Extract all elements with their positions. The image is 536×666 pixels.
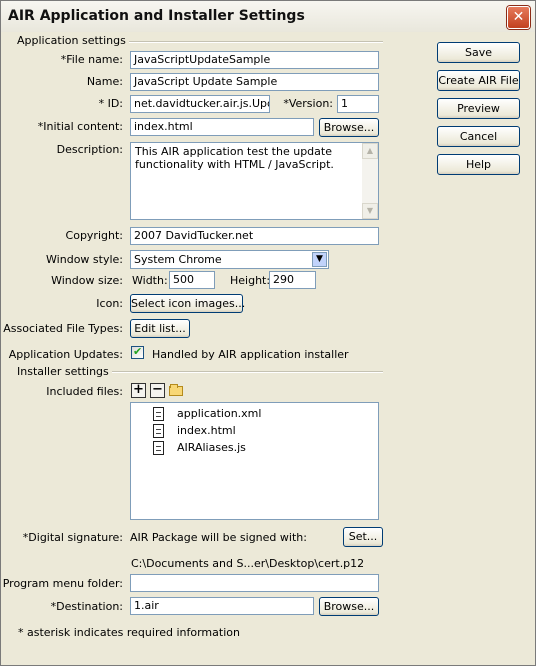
edit-list-button[interactable]: Edit list... <box>130 319 190 338</box>
copyright-label: Copyright: <box>65 229 123 242</box>
preview-button[interactable]: Preview <box>437 98 520 119</box>
set-signature-button[interactable]: Set... <box>343 527 383 547</box>
version-input[interactable]: 1 <box>337 95 379 113</box>
version-label: *Version: <box>283 97 333 110</box>
chevron-down-icon[interactable]: ▼ <box>312 252 327 267</box>
minus-icon: − <box>152 382 163 397</box>
description-scrollbar[interactable]: ▲ ▼ <box>362 143 378 219</box>
name-label: Name: <box>86 75 123 88</box>
checkmark-icon: ✔ <box>133 345 143 358</box>
installer-settings-divider <box>101 371 383 373</box>
application-updates-label: Application Updates: <box>8 348 123 361</box>
title-bar[interactable]: AIR Application and Installer Settings ✕ <box>1 1 535 32</box>
window-style-value: System Chrome <box>134 253 222 266</box>
included-files-list[interactable]: application.xml index.html AIRAliases.js <box>130 402 379 520</box>
destination-input[interactable]: 1.air <box>130 597 314 615</box>
copyright-input[interactable]: 2007 DavidTucker.net <box>130 227 379 245</box>
icon-label: Icon: <box>96 297 123 310</box>
window-size-label: Window size: <box>51 274 123 287</box>
window-style-select[interactable]: System Chrome ▼ <box>130 250 329 269</box>
associated-file-types-label: Associated File Types: <box>3 322 123 335</box>
add-file-button[interactable]: + <box>131 383 146 398</box>
close-button[interactable]: ✕ <box>507 6 530 29</box>
remove-file-button[interactable]: − <box>150 383 165 398</box>
scroll-down-icon[interactable]: ▼ <box>362 203 378 219</box>
settings-dialog: AIR Application and Installer Settings ✕… <box>0 0 536 666</box>
file-icon <box>153 424 164 438</box>
id-input[interactable]: net.davidtucker.air.js.Update <box>130 95 270 113</box>
destination-browse-button[interactable]: Browse... <box>319 597 379 616</box>
height-label: Height: <box>230 274 271 287</box>
file-name: index.html <box>177 424 236 437</box>
certificate-path: C:\Documents and S...er\Desktop\cert.p12 <box>131 557 365 570</box>
file-name: AIRAliases.js <box>177 441 246 454</box>
initial-content-browse-button[interactable]: Browse... <box>319 118 379 137</box>
updates-checkbox-label[interactable]: Handled by AIR application installer <box>152 348 349 361</box>
updates-checkbox[interactable]: ✔ <box>131 345 144 359</box>
file-name: application.xml <box>177 407 262 420</box>
file-name-input[interactable]: JavaScriptUpdateSample <box>130 51 379 69</box>
app-settings-divider <box>113 41 383 43</box>
description-text: This AIR application test the update fun… <box>135 145 334 171</box>
program-menu-folder-input[interactable] <box>130 574 379 592</box>
initial-content-label: *Initial content: <box>37 120 123 133</box>
save-button[interactable]: Save <box>437 42 520 63</box>
window-style-label: Window style: <box>46 253 123 266</box>
select-icon-images-button[interactable]: Select icon images... <box>130 294 245 313</box>
digital-signature-label: *Digital signature: <box>22 531 123 544</box>
name-input[interactable]: JavaScript Update Sample <box>130 73 379 91</box>
included-files-label: Included files: <box>46 385 123 398</box>
width-label: Width: <box>132 274 168 287</box>
height-input[interactable]: 290 <box>269 271 316 289</box>
description-label: Description: <box>56 143 123 156</box>
installer-settings-title: Installer settings <box>17 365 112 378</box>
file-icon <box>153 407 164 421</box>
description-textarea[interactable]: This AIR application test the update fun… <box>130 142 379 220</box>
scroll-up-icon[interactable]: ▲ <box>362 143 378 159</box>
initial-content-input[interactable]: index.html <box>130 118 314 136</box>
cancel-button[interactable]: Cancel <box>437 126 520 147</box>
create-air-file-button[interactable]: Create AIR File <box>437 70 520 91</box>
help-button[interactable]: Help <box>437 154 520 175</box>
app-settings-title: Application settings <box>17 34 129 47</box>
close-icon: ✕ <box>512 9 525 25</box>
id-label: * ID: <box>98 97 123 110</box>
width-input[interactable]: 500 <box>169 271 215 289</box>
destination-label: *Destination: <box>50 600 123 613</box>
program-menu-folder-label: Program menu folder: <box>2 577 123 590</box>
file-icon <box>153 441 164 455</box>
window-title: AIR Application and Installer Settings <box>8 8 305 24</box>
required-info-note: * asterisk indicates required informatio… <box>18 626 240 639</box>
signature-text: AIR Package will be signed with: <box>130 531 307 544</box>
plus-icon: + <box>133 382 144 397</box>
add-folder-button[interactable] <box>169 384 184 396</box>
file-name-label: *File name: <box>60 53 123 66</box>
